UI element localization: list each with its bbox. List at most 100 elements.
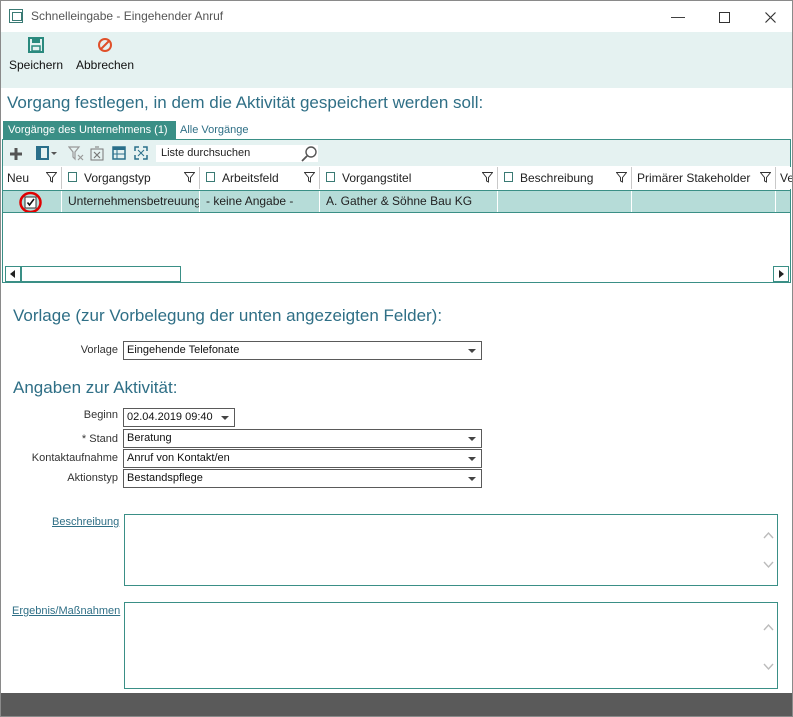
ergebnis-link[interactable]: Ergebnis/Maßnahmen bbox=[12, 605, 120, 617]
expand-icon[interactable] bbox=[134, 146, 148, 160]
columns-icon bbox=[36, 146, 57, 160]
cancel-icon bbox=[98, 38, 112, 52]
cell-stakeholder bbox=[632, 191, 776, 212]
cell-vorgangstyp: Unternehmensbetreuung bbox=[62, 191, 200, 212]
scroll-left-icon[interactable] bbox=[5, 266, 21, 282]
vorgang-heading: Vorgang festlegen, in dem die Aktivität … bbox=[7, 93, 484, 112]
save-icon bbox=[28, 37, 44, 53]
column-header-stakeholder[interactable]: Primärer Stakeholder bbox=[632, 167, 776, 189]
scroll-up-icon[interactable] bbox=[763, 623, 774, 631]
window: Schnelleingabe - Eingehender Anruf — Spe… bbox=[0, 0, 793, 717]
tab-alle-vorgaenge[interactable]: Alle Vorgänge bbox=[180, 121, 249, 139]
column-header-ve[interactable]: Ve bbox=[776, 167, 792, 189]
vertical-scrollbar[interactable] bbox=[760, 515, 777, 585]
filter-icon[interactable] bbox=[482, 172, 493, 183]
dropdown-arrow-icon[interactable] bbox=[221, 416, 229, 420]
scroll-thumb[interactable] bbox=[21, 266, 181, 282]
filter-icon[interactable] bbox=[760, 172, 771, 183]
column-header-label: Ve bbox=[780, 171, 792, 185]
window-title: Schnelleingabe - Eingehender Anruf bbox=[31, 9, 224, 23]
toolbar: Speichern Abbrechen bbox=[1, 32, 792, 88]
dropdown-arrow-icon[interactable] bbox=[468, 457, 476, 461]
scroll-down-icon[interactable] bbox=[763, 663, 774, 671]
filter-icon[interactable] bbox=[616, 172, 627, 183]
kontaktaufnahme-value: Anruf von Kontakt/en bbox=[127, 452, 230, 464]
kontaktaufnahme-label: Kontaktaufnahme bbox=[31, 452, 118, 464]
aktionstyp-label: Aktionstyp bbox=[67, 472, 118, 484]
filter-clear-icon[interactable] bbox=[68, 146, 84, 161]
status-bar bbox=[1, 693, 792, 716]
beschreibung-link[interactable]: Beschreibung bbox=[52, 516, 119, 528]
cell-arbeitsfeld: - keine Angabe - bbox=[200, 191, 320, 212]
close-button[interactable] bbox=[747, 1, 792, 32]
tab-vorgaenge-unternehmen[interactable]: Vorgänge des Unternehmens (1) bbox=[3, 121, 176, 139]
cancel-button[interactable]: Abbrechen bbox=[75, 36, 135, 72]
aktivitaet-heading: Angaben zur Aktivität: bbox=[13, 378, 178, 397]
column-header-vorgangstitel[interactable]: Vorgangstitel bbox=[320, 167, 498, 189]
scroll-up-icon[interactable] bbox=[763, 531, 774, 539]
filter-icon[interactable] bbox=[304, 172, 315, 183]
beginn-label: Beginn bbox=[83, 409, 118, 421]
column-header-label: Beschreibung bbox=[520, 171, 594, 185]
filter-icon[interactable] bbox=[46, 172, 57, 183]
table-row[interactable]: Unternehmensbetreuung - keine Angabe - A… bbox=[3, 190, 790, 213]
dropdown-arrow-icon[interactable] bbox=[468, 437, 476, 441]
beschreibung-textarea[interactable] bbox=[124, 514, 778, 586]
columns-button[interactable] bbox=[36, 146, 58, 163]
minimize-button[interactable]: — bbox=[655, 1, 701, 32]
sort-icon bbox=[504, 172, 513, 182]
vertical-scrollbar[interactable] bbox=[760, 603, 777, 688]
cell-vorgangstitel: A. Gather & Söhne Bau KG bbox=[320, 191, 498, 212]
column-header-label: Vorgangstitel bbox=[342, 171, 412, 185]
stand-label: * Stand bbox=[81, 433, 118, 445]
kontaktaufnahme-select[interactable]: Anruf von Kontakt/en bbox=[123, 449, 482, 468]
cell-neu bbox=[3, 191, 62, 212]
grid-search-input[interactable]: Liste durchsuchen bbox=[156, 145, 318, 162]
dropdown-arrow-icon[interactable] bbox=[468, 477, 476, 481]
sort-icon bbox=[68, 172, 77, 182]
close-icon bbox=[764, 11, 776, 23]
stand-value: Beratung bbox=[127, 432, 172, 444]
grid-search-placeholder: Liste durchsuchen bbox=[161, 147, 251, 159]
beginn-value: 02.04.2019 09:40 bbox=[127, 411, 213, 423]
ergebnis-textarea[interactable] bbox=[124, 602, 778, 689]
cancel-label: Abbrechen bbox=[75, 58, 135, 72]
column-header-label: Arbeitsfeld bbox=[222, 171, 279, 185]
save-button[interactable]: Speichern bbox=[9, 36, 63, 72]
sort-icon bbox=[206, 172, 215, 182]
vorlage-label: Vorlage bbox=[80, 344, 118, 356]
scroll-right-icon[interactable] bbox=[773, 266, 789, 282]
column-header-neu[interactable]: Neu bbox=[3, 167, 62, 189]
column-header-beschreibung[interactable]: Beschreibung bbox=[498, 167, 632, 189]
column-header-label: Vorgangstyp bbox=[84, 171, 151, 185]
aktionstyp-select[interactable]: Bestandspflege bbox=[123, 469, 482, 488]
sort-icon bbox=[326, 172, 335, 182]
column-header-label: Primärer Stakeholder bbox=[637, 171, 751, 185]
beginn-datetime-picker[interactable]: 02.04.2019 09:40 bbox=[123, 408, 235, 427]
export-icon[interactable] bbox=[90, 146, 104, 161]
aktionstyp-value: Bestandspflege bbox=[127, 472, 203, 484]
app-icon bbox=[9, 9, 23, 23]
vorgaenge-grid: Liste durchsuchen Neu Vorgangstyp Arbeit… bbox=[2, 139, 792, 283]
dropdown-arrow-icon[interactable] bbox=[468, 349, 476, 353]
maximize-icon bbox=[718, 11, 730, 23]
grid-horizontal-scrollbar[interactable] bbox=[5, 266, 789, 282]
title-bar: Schnelleingabe - Eingehender Anruf — bbox=[1, 1, 792, 32]
vorlage-heading: Vorlage (zur Vorbelegung der unten angez… bbox=[13, 306, 443, 325]
column-header-label: Neu bbox=[7, 171, 30, 185]
filter-icon[interactable] bbox=[184, 172, 195, 183]
vorlage-select[interactable]: Eingehende Telefonate bbox=[123, 341, 482, 360]
maximize-button[interactable] bbox=[701, 1, 747, 32]
search-icon[interactable] bbox=[300, 145, 318, 163]
column-header-arbeitsfeld[interactable]: Arbeitsfeld bbox=[200, 167, 320, 189]
column-header-vorgangstyp[interactable]: Vorgangstyp bbox=[62, 167, 200, 189]
checkbox-checked-icon[interactable] bbox=[19, 191, 43, 212]
grid-toolbar: Liste durchsuchen bbox=[3, 140, 790, 166]
scroll-down-icon[interactable] bbox=[763, 561, 774, 569]
cell-beschreibung bbox=[498, 191, 632, 212]
add-icon[interactable] bbox=[9, 147, 23, 161]
table-icon[interactable] bbox=[112, 146, 126, 160]
vorlage-value: Eingehende Telefonate bbox=[127, 344, 240, 356]
minimize-icon: — bbox=[671, 8, 685, 24]
stand-select[interactable]: Beratung bbox=[123, 429, 482, 448]
